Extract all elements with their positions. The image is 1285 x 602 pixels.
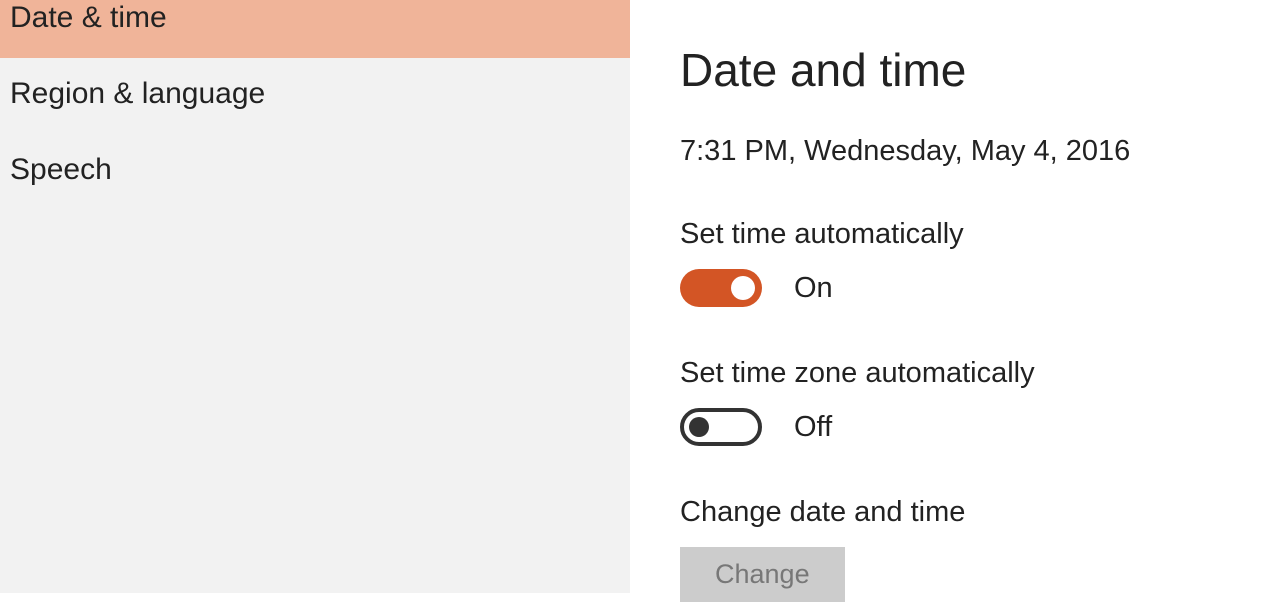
set-timezone-auto-row: Off	[680, 408, 1235, 446]
set-time-auto-row: On	[680, 269, 1235, 307]
sidebar: Date & time Region & language Speech	[0, 0, 630, 593]
set-timezone-auto-toggle[interactable]	[680, 408, 762, 446]
change-button[interactable]: Change	[680, 547, 845, 602]
sidebar-item-date-time[interactable]: Date & time	[0, 0, 630, 58]
set-timezone-auto-state: Off	[794, 411, 832, 444]
change-date-time-label: Change date and time	[680, 496, 1235, 529]
set-timezone-auto-label: Set time zone automatically	[680, 357, 1235, 390]
sidebar-item-speech[interactable]: Speech	[0, 134, 630, 210]
change-section: Change date and time Change	[680, 496, 1235, 602]
sidebar-item-region-language[interactable]: Region & language	[0, 58, 630, 134]
toggle-knob-icon	[731, 276, 755, 300]
main-panel: Date and time 7:31 PM, Wednesday, May 4,…	[630, 0, 1285, 593]
set-time-auto-state: On	[794, 272, 833, 305]
toggle-knob-icon	[689, 417, 709, 437]
set-time-auto-toggle[interactable]	[680, 269, 762, 307]
set-time-auto-label: Set time automatically	[680, 218, 1235, 251]
page-title: Date and time	[680, 43, 1235, 97]
current-datetime: 7:31 PM, Wednesday, May 4, 2016	[680, 135, 1235, 168]
